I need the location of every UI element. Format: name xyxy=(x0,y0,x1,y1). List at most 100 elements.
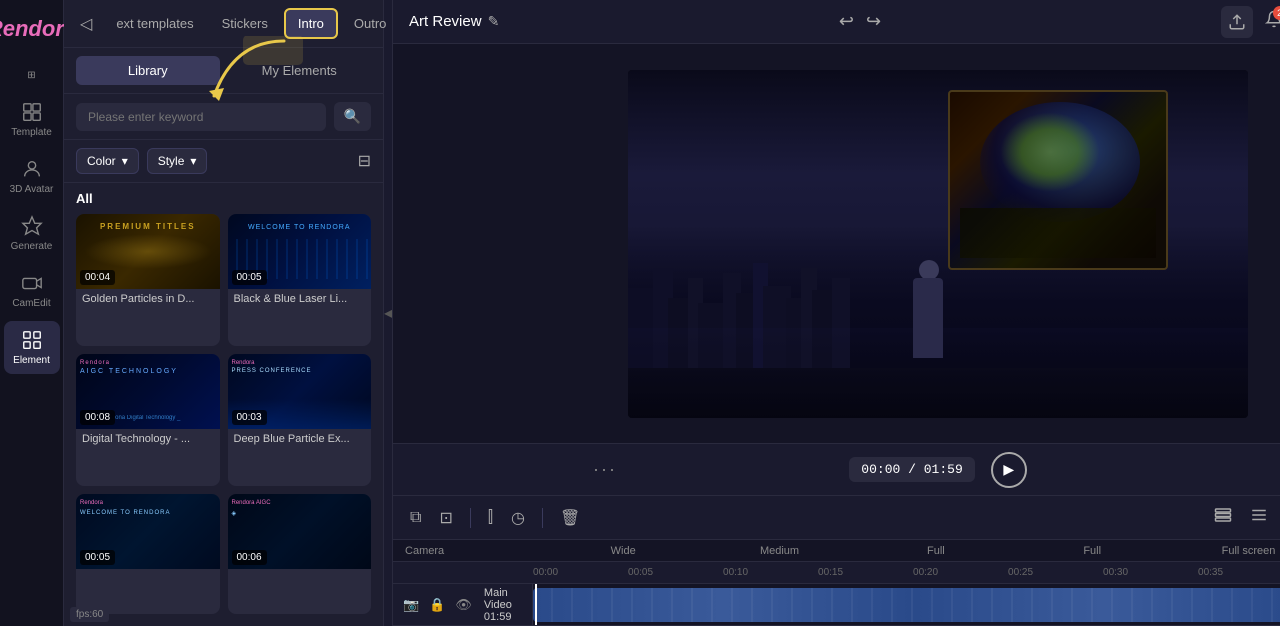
camera-labels: Camera Wide Medium Full Full Full screen… xyxy=(393,540,1280,562)
sub-tab-my-elements[interactable]: My Elements xyxy=(228,56,372,85)
timeline-ruler: 00:00 00:05 00:10 00:15 00:20 00:25 00:3… xyxy=(393,562,1280,584)
sidebar-item-label: 3D Avatar xyxy=(10,184,54,195)
sidebar-item-3davatar[interactable]: 3D Avatar xyxy=(4,150,60,203)
template-card[interactable]: Rendora AIGC TECHNOLOGY ona Digital Tech… xyxy=(76,354,220,486)
template-card[interactable]: PREMIUM TITLES 00:04 Golden Particles in… xyxy=(76,214,220,346)
swirl-2 xyxy=(1000,112,1100,192)
color-filter[interactable]: Color ▾ xyxy=(76,148,139,174)
list-icon xyxy=(1250,506,1268,524)
ruler-mark: 00:00 xyxy=(533,567,628,578)
search-button[interactable]: 🔍 xyxy=(334,102,371,131)
more-options[interactable]: ··· xyxy=(593,459,617,480)
total-time: 01:59 xyxy=(924,462,963,477)
time-separator: / xyxy=(908,462,924,477)
template-name: Golden Particles in D... xyxy=(76,289,220,311)
clip-pattern xyxy=(533,588,1280,622)
template-card[interactable]: Rendora WELCOME TO RENDORA 00:05 xyxy=(76,494,220,614)
track-visible-button[interactable]: 👁 xyxy=(453,595,474,615)
painting-overlay xyxy=(948,90,1168,270)
fps-badge: fps:60 xyxy=(70,607,109,622)
style-filter[interactable]: Style ▾ xyxy=(147,148,208,174)
speed-button[interactable]: ◷ xyxy=(506,503,530,533)
style-filter-label: Style xyxy=(158,154,185,168)
ruler-mark: 00:25 xyxy=(1008,567,1103,578)
playback-left: ··· xyxy=(593,459,617,480)
template-thumb: Rendora AIGC TECHNOLOGY ona Digital Tech… xyxy=(76,354,220,429)
list-view-button[interactable] xyxy=(1245,501,1273,534)
person-head xyxy=(919,260,939,280)
track-content[interactable] xyxy=(533,584,1280,625)
track-camera-button[interactable]: 📷 xyxy=(401,595,421,615)
shot-label-medium: Medium xyxy=(701,545,857,557)
play-button[interactable]: ▶ xyxy=(991,452,1027,488)
search-row: 🔍 xyxy=(64,94,383,140)
track-lock-button[interactable]: 🔒 xyxy=(427,595,447,615)
template-card[interactable]: WELCOME TO RENDORA 00:05 Black & Blue La… xyxy=(228,214,372,346)
ruler-labels: 00:00 00:05 00:10 00:15 00:20 00:25 00:3… xyxy=(533,567,1280,578)
sidebar-item-generate[interactable]: Generate xyxy=(4,207,60,260)
upload-button[interactable] xyxy=(1221,6,1253,38)
split-button[interactable]: ⫿ xyxy=(483,504,498,532)
time-display[interactable]: 00:00 / 01:59 xyxy=(849,457,974,482)
ruler-mark: 00:05 xyxy=(628,567,723,578)
template-thumb: PREMIUM TITLES 00:04 xyxy=(76,214,220,289)
edit-title-icon[interactable]: ✎ xyxy=(488,13,500,30)
video-clip[interactable] xyxy=(533,588,1280,622)
home-icon: ⊞ xyxy=(27,70,35,81)
multitrack-icon xyxy=(1214,506,1232,524)
undo-button[interactable]: ↩ xyxy=(835,7,858,36)
duration-badge: 00:06 xyxy=(232,550,267,565)
templates-grid: PREMIUM TITLES 00:04 Golden Particles in… xyxy=(64,214,383,626)
sub-tabs-row: Library My Elements xyxy=(64,48,383,94)
tab-intro[interactable]: Intro xyxy=(284,8,338,39)
element-icon xyxy=(21,329,43,351)
track-controls: 📷 🔒 👁 Main Video 01:59 xyxy=(393,584,533,625)
template-name xyxy=(76,569,220,579)
chevron-down-icon: ▾ xyxy=(190,154,196,168)
sidebar-item-label: Element xyxy=(13,355,50,366)
icon-sidebar: Rendora ⊞ Template 3D Avatar G xyxy=(0,0,64,626)
tab-stickers[interactable]: Stickers xyxy=(210,10,280,37)
all-label: All xyxy=(64,183,383,214)
tab-back-button[interactable]: ◁ xyxy=(72,10,100,38)
redo-button[interactable]: ↪ xyxy=(862,7,885,36)
ruler-mark: 00:20 xyxy=(913,567,1008,578)
template-thumb: Rendora AIGC ◈ 00:06 xyxy=(228,494,372,569)
duration-badge: 00:05 xyxy=(232,270,267,285)
template-card[interactable]: Rendora PRESS CONFERENCE 00:03 Deep Blue… xyxy=(228,354,372,486)
track-label: Main Video 01:59 xyxy=(484,587,524,623)
sidebar-item-element[interactable]: Element xyxy=(4,321,60,374)
ruler-mark: 00:15 xyxy=(818,567,913,578)
paste-button[interactable]: ⊡ xyxy=(434,503,457,533)
playback-row: ··· 00:00 / 01:59 ▶ xyxy=(393,443,1280,495)
toolbar-center: ↩ ↪ xyxy=(835,7,885,36)
template-card[interactable]: Rendora AIGC ◈ 00:06 xyxy=(228,494,372,614)
sidebar-item-camedit[interactable]: CamEdit xyxy=(4,264,60,317)
multi-track-button[interactable] xyxy=(1209,501,1237,534)
sidebar-item-label: CamEdit xyxy=(12,298,50,309)
toolbar-left: Art Review ✎ xyxy=(409,13,499,30)
shot-label-wide: Wide xyxy=(545,545,701,557)
video-area: ? xyxy=(393,44,1280,443)
search-input[interactable] xyxy=(76,103,326,131)
toolbar-divider xyxy=(470,508,471,528)
filter-options-button[interactable]: ⊟ xyxy=(358,151,371,171)
generate-icon xyxy=(21,215,43,237)
delete-button[interactable]: 🗑 xyxy=(555,503,585,533)
camedit-icon xyxy=(21,272,43,294)
project-title: Art Review ✎ xyxy=(409,13,499,30)
copy-button[interactable]: ⧉ xyxy=(405,504,426,532)
template-name: Digital Technology - ... xyxy=(76,429,220,451)
avatar-icon xyxy=(21,158,43,180)
sidebar-item-template[interactable]: Template xyxy=(4,93,60,146)
painting-bottom xyxy=(960,208,1156,258)
panel-collapse-handle[interactable]: ◂ xyxy=(384,0,393,626)
tab-outro[interactable]: Outro xyxy=(342,10,399,37)
sub-tab-library[interactable]: Library xyxy=(76,56,220,85)
tab-text-templates[interactable]: ext templates xyxy=(104,10,205,37)
notifications-button[interactable]: 2 xyxy=(1265,10,1280,33)
sidebar-item-home[interactable]: ⊞ xyxy=(4,62,60,89)
track-row: 📷 🔒 👁 Main Video 01:59 xyxy=(393,584,1280,626)
filter-row: Color ▾ Style ▾ ⊟ xyxy=(64,140,383,183)
chevron-down-icon: ▾ xyxy=(122,154,128,168)
